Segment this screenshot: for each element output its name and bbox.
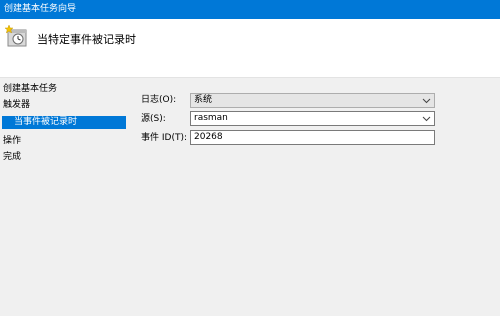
log-select-value: 系统	[194, 95, 213, 105]
event-id-label: 事件 ID(T):	[141, 133, 187, 143]
log-select[interactable]: 系统	[190, 93, 435, 108]
header-divider	[0, 77, 500, 78]
step-label: 创建基本任务	[3, 84, 58, 94]
event-id-input[interactable]: 20268	[190, 130, 435, 145]
source-select[interactable]: rasman	[190, 111, 435, 126]
source-label: 源(S):	[141, 114, 166, 124]
wizard-page-title: 当特定事件被记录时	[37, 33, 136, 46]
step-trigger[interactable]: 触发器	[3, 100, 30, 111]
window-title: 创建基本任务向导	[4, 4, 77, 14]
step-label: 触发器	[3, 100, 31, 110]
step-action[interactable]: 操作	[3, 136, 21, 147]
event-id-value: 20268	[194, 132, 223, 142]
step-label: 完成	[3, 152, 22, 162]
clock-task-icon	[5, 25, 27, 47]
chevron-down-icon	[422, 116, 431, 122]
window-titlebar[interactable]: 创建基本任务向导	[0, 0, 500, 19]
step-label: 操作	[3, 136, 22, 146]
chevron-down-icon	[422, 98, 431, 104]
source-select-value: rasman	[194, 113, 228, 123]
step-label: 当事件被记录时	[14, 117, 78, 127]
step-create-basic-task[interactable]: 创建基本任务	[3, 84, 57, 95]
log-label: 日志(O):	[141, 95, 177, 105]
step-finish[interactable]: 完成	[3, 152, 21, 163]
step-when-event-logged[interactable]: 当事件被记录时	[2, 116, 126, 129]
wizard-header: 当特定事件被记录时	[0, 19, 500, 77]
